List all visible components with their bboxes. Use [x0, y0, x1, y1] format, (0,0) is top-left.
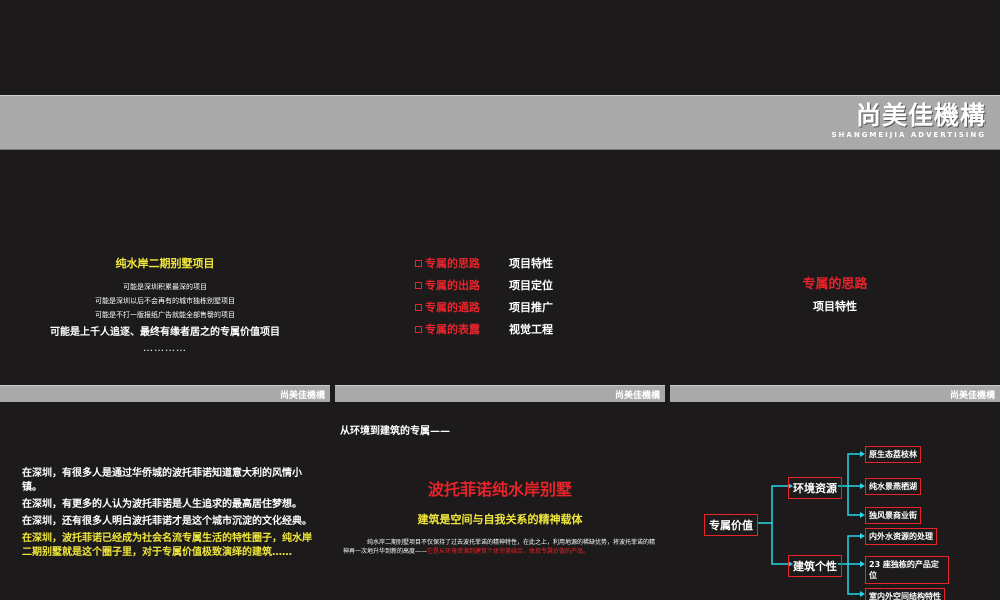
footer-brand: 尚美佳機構 — [949, 391, 995, 401]
tree-leaf: 独风景商业街 — [865, 507, 921, 524]
footer-brand: 尚美佳機構 — [279, 391, 325, 401]
slide4-paragraph-4: 在深圳，波托菲诺已经成为社会名流专属生活的特性圈子，纯水岸二期别墅就是这个圈子里… — [22, 533, 312, 558]
outline-item-right: 项目推广 — [509, 301, 553, 314]
outline-item-right: 项目定位 — [509, 279, 553, 292]
slide5-subtitle: 建筑是空间与自我关系的精神载体 — [417, 513, 583, 526]
slide-footer: 尚美佳機構 — [670, 385, 1000, 402]
outline-item: 专属的思路 项目特性 — [415, 252, 553, 274]
outline-item-right: 视觉工程 — [509, 323, 553, 336]
slide5-body-highlight: 它是从环境资源到建筑个体完美结合，体现专属价值的产品。 — [427, 548, 590, 555]
slide-thumbnail-5[interactable]: 从环境到建筑的专属—— 波托菲诺纯水岸别墅 建筑是空间与自我关系的精神载体 纯水… — [335, 408, 665, 600]
slide-thumbnail-6[interactable]: 专属价值 环境资源 建筑个性 原生态荔枝林 纯水景燕栖湖 独风景商业街 内外水资… — [670, 408, 1000, 600]
slide5-body: 纯水岸二期别墅项目不仅保持了过去波托菲诺的精神特性，在此之上，利用地源的稀缺优势… — [343, 538, 657, 556]
slide1-line-1: 可能是深圳积累最深的项目 — [123, 283, 207, 291]
slide4-paragraph-2: 在深圳，有更多的人认为波托菲诺是人生追求的最高居住梦想。 — [22, 499, 302, 510]
slide5-title: 波托菲诺纯水岸别墅 — [427, 480, 572, 499]
slide5-kicker: 从环境到建筑的专属—— — [340, 426, 450, 437]
outline-item-right: 项目特性 — [509, 257, 553, 270]
tree-root: 专属价值 — [704, 514, 758, 536]
tree-leaf: 内外水资源的处理 — [865, 528, 937, 545]
slide2-outline: 专属的思路 项目特性 专属的出路 项目定位 专属的通路 项目推广 专属的表露 视… — [415, 252, 553, 340]
tree-leaf: 原生态荔枝林 — [865, 446, 921, 463]
slide-thumbnail-2[interactable]: 专属的思路 项目特性 专属的出路 项目定位 专属的通路 项目推广 专属的表露 视… — [335, 155, 665, 402]
value-tree-diagram: 专属价值 环境资源 建筑个性 原生态荔枝林 纯水景燕栖湖 独风景商业街 内外水资… — [670, 408, 1000, 600]
slide-footer: 尚美佳機構 — [335, 385, 665, 402]
slide4-paragraph-3: 在深圳，还有很多人明白波托菲诺才是这个城市沉淀的文化经典。 — [22, 516, 312, 527]
slide3-title: 专属的思路 — [802, 277, 868, 292]
tree-leaf: 室内外空间结构特性 — [865, 588, 945, 600]
slide-thumbnail-3[interactable]: 专属的思路 项目特性 尚美佳機構 — [670, 155, 1000, 402]
slide-footer: 尚美佳機構 — [0, 385, 330, 402]
brand-logo: 尚美佳機構 SHANGMEIJIA ADVERTISING — [832, 102, 986, 140]
tree-leaf: 23 座独栋的产品定位 — [865, 556, 949, 584]
checkbox-icon — [415, 259, 422, 267]
brand-name: 尚美佳機構 — [855, 101, 986, 130]
outline-item-left: 专属的出路 — [425, 279, 480, 292]
outline-item: 专属的出路 项目定位 — [415, 274, 553, 296]
tree-branch-architecture: 建筑个性 — [788, 555, 842, 577]
slide1-line-3: 可能是不打一版报纸广告就能全部售罄的项目 — [95, 311, 235, 319]
header-banner: 尚美佳機構 SHANGMEIJIA ADVERTISING — [0, 95, 1000, 150]
outline-item: 专属的通路 项目推广 — [415, 296, 553, 318]
slide-thumbnail-4[interactable]: 在深圳，有很多人是通过华侨城的波托菲诺知道意大利的风情小镇。 在深圳，有更多的人… — [0, 408, 330, 600]
checkbox-icon — [415, 303, 422, 311]
slide4-paragraph-1: 在深圳，有很多人是通过华侨城的波托菲诺知道意大利的风情小镇。 — [22, 468, 302, 493]
slide1-ellipsis: ………… — [143, 343, 187, 354]
slide1-line-2: 可能是深圳以后不会再有的城市独栋别墅项目 — [95, 297, 235, 305]
footer-brand: 尚美佳機構 — [614, 391, 660, 401]
checkbox-icon — [415, 281, 422, 289]
slide1-title: 纯水岸二期别墅项目 — [115, 257, 215, 270]
slide1-line-4: 可能是上千人追逐、最终有缘者居之的专属价值项目 — [50, 327, 280, 338]
tree-branch-environment: 环境资源 — [788, 477, 842, 499]
brand-subtitle: SHANGMEIJIA ADVERTISING — [831, 131, 986, 139]
outline-item: 专属的表露 视觉工程 — [415, 318, 553, 340]
outline-item-left: 专属的通路 — [425, 301, 480, 314]
slide3-subtitle: 项目特性 — [813, 300, 857, 313]
slide-thumbnail-1[interactable]: 纯水岸二期别墅项目 可能是深圳积累最深的项目 可能是深圳以后不会再有的城市独栋别… — [0, 155, 330, 402]
checkbox-icon — [415, 325, 422, 333]
tree-leaf: 纯水景燕栖湖 — [865, 478, 921, 495]
outline-item-left: 专属的表露 — [425, 323, 480, 336]
outline-item-left: 专属的思路 — [425, 257, 480, 270]
